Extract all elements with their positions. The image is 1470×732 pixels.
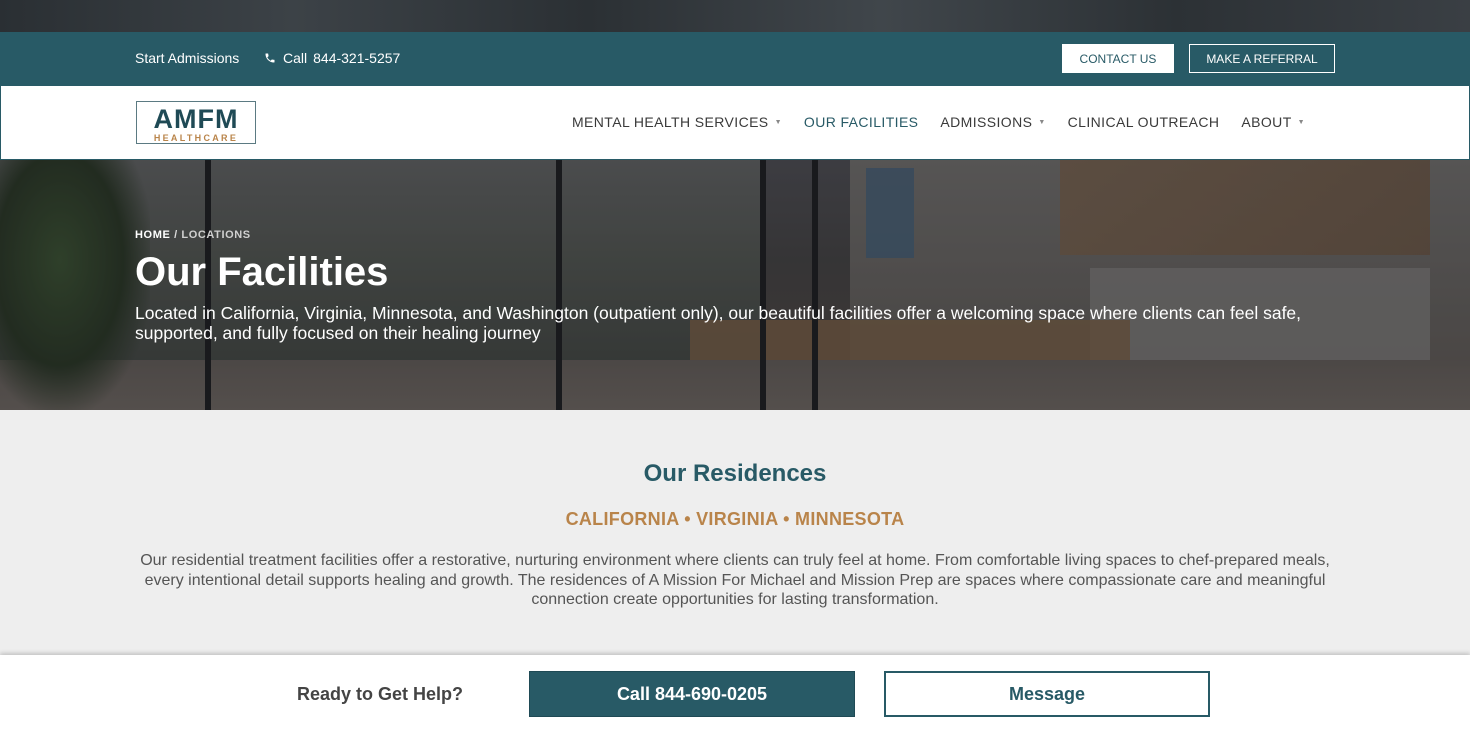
page-title: Our Facilities <box>135 250 389 294</box>
amfm-logo[interactable]: AMFM HEALTHCARE <box>136 101 256 144</box>
call-label: Call <box>283 50 308 66</box>
breadcrumb-current: LOCATIONS <box>181 229 251 241</box>
top-image-strip <box>0 0 1470 32</box>
caret-down-icon: ▼ <box>1038 118 1046 126</box>
cta-ready-text: Ready to Get Help? <box>297 684 464 704</box>
nav-item-our-facilities[interactable]: OUR FACILITIES <box>804 114 919 130</box>
main-navigation: AMFM HEALTHCARE MENTAL HEALTH SERVICES ▼… <box>0 85 1470 160</box>
logo-mark: AMFM <box>153 104 239 134</box>
breadcrumb-separator: / <box>174 229 178 241</box>
caret-down-icon: ▼ <box>774 118 782 126</box>
nav-menu: MENTAL HEALTH SERVICES ▼ OUR FACILITIES … <box>572 114 1327 130</box>
nav-item-label: MENTAL HEALTH SERVICES <box>572 114 769 130</box>
nav-item-label: OUR FACILITIES <box>803 114 919 130</box>
residences-section: Our Residences CALIFORNIA • VIRGINIA • M… <box>0 410 1470 655</box>
nav-item-label: CLINICAL OUTREACH <box>1067 114 1220 130</box>
start-admissions-link[interactable]: Start Admissions <box>135 50 239 66</box>
call-button[interactable]: Call 844-690-0205 <box>529 671 855 717</box>
make-referral-button[interactable]: MAKE A REFERRAL <box>1189 44 1335 73</box>
nav-item-about[interactable]: ABOUT ▼ <box>1241 114 1305 130</box>
breadcrumb: HOME / LOCATIONS <box>135 229 251 241</box>
caret-down-icon: ▼ <box>1297 118 1305 126</box>
message-button[interactable]: Message <box>884 671 1210 717</box>
residences-states: CALIFORNIA • VIRGINIA • MINNESOTA <box>565 509 905 529</box>
utility-bar: Start Admissions Call 844-321-5257 CONTA… <box>0 32 1470 85</box>
residences-description: Our residential treatment facilities off… <box>140 552 1330 608</box>
nav-item-admissions[interactable]: ADMISSIONS ▼ <box>940 114 1045 130</box>
call-link[interactable]: Call 844-321-5257 <box>264 50 400 66</box>
contact-us-button[interactable]: CONTACT US <box>1062 44 1174 73</box>
nav-item-clinical-outreach[interactable]: CLINICAL OUTREACH <box>1068 114 1220 130</box>
nav-item-label: ABOUT <box>1241 114 1292 130</box>
call-number: 844-321-5257 <box>313 50 401 66</box>
phone-icon <box>265 53 275 63</box>
logo-subtitle: HEALTHCARE <box>153 133 239 143</box>
nav-item-label: ADMISSIONS <box>940 114 1033 130</box>
hero-description: Located in California, Virginia, Minneso… <box>135 303 1302 343</box>
sticky-cta-bar: Ready to Get Help? Call 844-690-0205 Mes… <box>0 655 1470 732</box>
breadcrumb-home-link[interactable]: HOME <box>135 229 170 241</box>
residences-title: Our Residences <box>643 460 827 487</box>
hero-banner: HOME / LOCATIONS Our Facilities Located … <box>0 160 1470 410</box>
nav-item-mental-health-services[interactable]: MENTAL HEALTH SERVICES ▼ <box>572 114 782 130</box>
